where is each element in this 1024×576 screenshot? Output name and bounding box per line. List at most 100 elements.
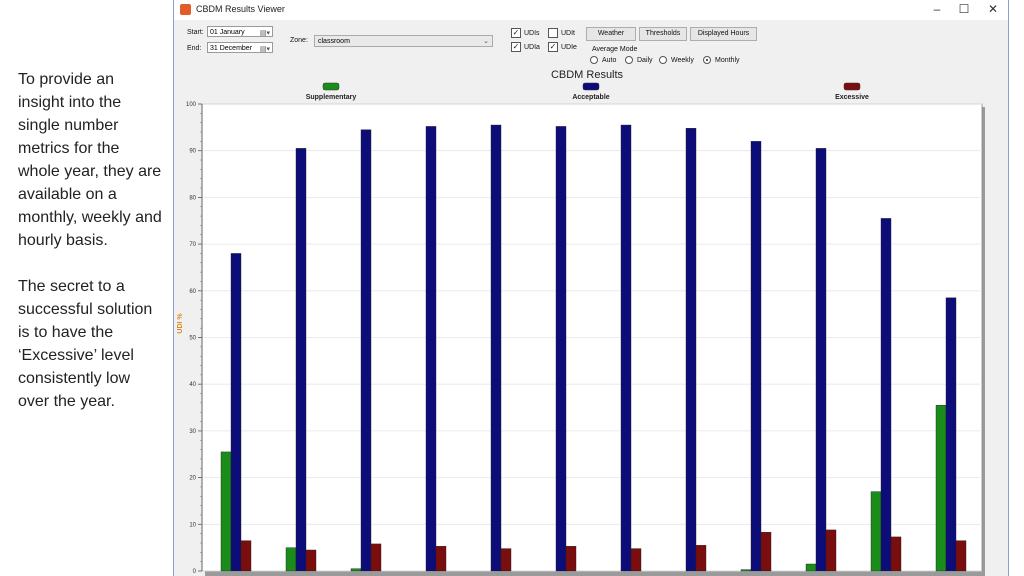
radio-label: Daily [637, 56, 653, 64]
legend-label-excessive: Excessive [835, 94, 869, 101]
legend-label-supplementary: Supplementary [306, 94, 357, 101]
checkbox-udie[interactable]: ✓ UDIe [548, 42, 577, 52]
y-tick-label: 40 [189, 382, 196, 388]
thresholds-button[interactable]: Thresholds [639, 27, 687, 41]
app-icon [180, 4, 191, 15]
bar-excessive-11 [890, 536, 902, 572]
window-title: CBDM Results Viewer [196, 4, 285, 14]
zone-select[interactable]: classroom ⌄ [314, 35, 493, 47]
checkbox-box[interactable]: ✓ [511, 28, 521, 38]
bar-acceptable-2 [295, 148, 307, 572]
slide-text: To provide an insight into the single nu… [18, 68, 163, 436]
radio-daily[interactable]: Daily [625, 56, 653, 64]
bar-acceptable-1 [230, 253, 242, 572]
bar-excessive-10 [825, 529, 837, 572]
checkbox-label: UDIe [561, 43, 577, 51]
y-tick-label: 70 [189, 242, 196, 248]
zone-label: Zone: [290, 37, 308, 44]
start-label: Start: [187, 29, 204, 36]
bar-excessive-9 [760, 532, 772, 572]
bar-acceptable-3 [360, 129, 372, 572]
chart-title: CBDM Results [551, 69, 624, 81]
bar-excessive-7 [630, 548, 642, 572]
title-bar: CBDM Results Viewer – ☐ ✕ [174, 0, 1008, 20]
side-paragraph-2: The secret to a successful solution is t… [18, 278, 153, 410]
average-mode-label: Average Mode [592, 46, 638, 53]
checkbox-udia[interactable]: ✓ UDIa [511, 42, 540, 52]
bar-acceptable-10 [815, 148, 827, 572]
bar-acceptable-11 [880, 218, 892, 572]
radio-button[interactable] [625, 56, 633, 64]
bar-supplementary-12 [935, 405, 947, 572]
close-button[interactable]: ✕ [980, 1, 1006, 18]
checkbox-label: UDIt [561, 29, 575, 37]
bar-acceptable-12 [945, 297, 957, 572]
bar-supplementary-9 [740, 569, 752, 572]
bar-supplementary-11 [870, 491, 882, 572]
y-tick-label: 80 [189, 195, 196, 201]
maximize-button[interactable]: ☐ [951, 1, 977, 18]
bar-acceptable-9 [750, 141, 762, 572]
bar-excessive-2 [305, 549, 317, 572]
y-tick-label: 20 [189, 476, 196, 482]
bar-acceptable-6 [555, 126, 567, 572]
bar-acceptable-8 [685, 128, 697, 572]
chevron-down-icon: ⌄ [483, 38, 489, 45]
end-label: End: [187, 45, 202, 52]
radio-button[interactable] [703, 56, 711, 64]
radio-button[interactable] [590, 56, 598, 64]
weather-button[interactable]: Weather [586, 27, 636, 41]
y-tick-label: 10 [189, 522, 196, 528]
checkbox-box[interactable]: ✓ [511, 42, 521, 52]
bar-supplementary-3 [350, 568, 362, 572]
checkbox-label: UDIa [524, 43, 540, 51]
radio-weekly[interactable]: Weekly [659, 56, 694, 64]
checkbox-label: UDIs [524, 29, 540, 37]
checkbox-udit[interactable]: UDIt [548, 28, 575, 38]
radio-label: Weekly [671, 56, 694, 64]
bar-supplementary-2 [285, 547, 297, 572]
udi-bar-chart: CBDM Results Supplementary Acceptable Exces… [177, 69, 985, 576]
checkbox-udis[interactable]: ✓ UDIs [511, 28, 540, 38]
checkbox-box[interactable] [548, 28, 558, 38]
radio-auto[interactable]: Auto [590, 56, 616, 64]
displayed-hours-button[interactable]: Displayed Hours [690, 27, 757, 41]
checkbox-box[interactable]: ✓ [548, 42, 558, 52]
bar-acceptable-5 [490, 124, 502, 572]
bar-excessive-6 [565, 546, 577, 572]
end-date-value: 31 December [210, 45, 253, 52]
radio-monthly[interactable]: Monthly [703, 56, 740, 64]
radio-label: Auto [602, 56, 617, 64]
legend-swatch-supplementary [322, 82, 340, 91]
y-axis-label: UDI % [177, 313, 184, 334]
y-tick-label: 0 [193, 569, 197, 575]
bar-excessive-1 [240, 540, 252, 572]
legend-swatch-excessive [843, 82, 861, 91]
radio-button[interactable] [659, 56, 667, 64]
cbdm-results-window: CBDM Results Viewer – ☐ ✕ Start: 01 Janu… [173, 0, 1009, 576]
y-tick-label: 60 [189, 289, 196, 295]
calendar-dropdown-icon: ▤▾ [259, 30, 270, 37]
start-date-value: 01 January [210, 29, 245, 36]
bar-excessive-8 [695, 545, 707, 572]
side-paragraph-1: To provide an insight into the single nu… [18, 71, 162, 249]
bar-supplementary-1 [220, 451, 232, 572]
minimize-button[interactable]: – [924, 1, 950, 18]
bar-excessive-12 [955, 540, 967, 572]
bar-acceptable-7 [620, 124, 632, 572]
y-tick-label: 100 [186, 102, 197, 108]
radio-label: Monthly [715, 56, 740, 64]
y-tick-label: 30 [189, 429, 196, 435]
legend-label-acceptable: Acceptable [572, 94, 609, 101]
legend-swatch-acceptable [582, 82, 600, 91]
bar-excessive-3 [370, 543, 382, 572]
y-tick-label: 50 [189, 336, 196, 342]
zone-value: classroom [318, 38, 350, 45]
bar-excessive-4 [435, 546, 447, 572]
y-tick-label: 90 [189, 149, 196, 155]
bar-supplementary-10 [805, 563, 817, 572]
end-date-picker[interactable]: 31 December ▤▾ [207, 42, 273, 53]
start-date-picker[interactable]: 01 January ▤▾ [207, 26, 273, 37]
bar-acceptable-4 [425, 126, 437, 572]
calendar-dropdown-icon: ▤▾ [259, 46, 270, 53]
